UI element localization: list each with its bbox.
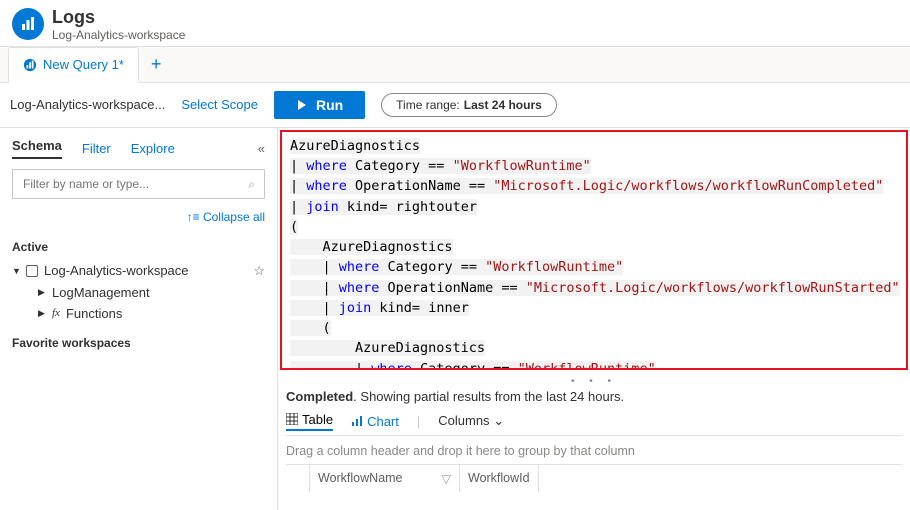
favorite-star-icon[interactable]: ☆ xyxy=(253,263,265,279)
tab-schema[interactable]: Schema xyxy=(12,138,62,159)
log-management-label: LogManagement xyxy=(52,285,150,300)
functions-label: Functions xyxy=(66,306,122,321)
results-grid-header: WorkflowName ▽ WorkflowId xyxy=(286,464,902,492)
page-subtitle: Log-Analytics-workspace xyxy=(52,28,185,42)
columns-dropdown[interactable]: Columns ⌄ xyxy=(438,413,504,429)
query-icon xyxy=(23,58,37,72)
column-header-workflowname[interactable]: WorkflowName ▽ xyxy=(310,465,460,492)
status-message: Completed. Showing partial results from … xyxy=(286,387,902,412)
collapse-all-link[interactable]: ↑≡ Collapse all xyxy=(187,210,265,224)
time-range-picker[interactable]: Time range: Last 24 hours xyxy=(381,93,557,117)
row-expander-header xyxy=(286,465,310,492)
active-section-label: Active xyxy=(12,240,265,254)
chart-icon xyxy=(351,415,363,427)
workspace-icon xyxy=(26,265,38,277)
workspace-node[interactable]: ▼ Log-Analytics-workspace ☆ xyxy=(12,260,265,282)
tab-explore[interactable]: Explore xyxy=(131,141,175,156)
tree-functions[interactable]: ▶ fx Functions xyxy=(12,303,265,324)
tree-log-management[interactable]: ▶ LogManagement xyxy=(12,282,265,303)
play-icon xyxy=(296,99,308,111)
tab-filter[interactable]: Filter xyxy=(82,141,111,156)
page-title: Logs xyxy=(52,8,185,28)
run-label: Run xyxy=(316,97,343,113)
group-by-hint[interactable]: Drag a column header and drop it here to… xyxy=(286,436,902,464)
filter-icon[interactable]: ▽ xyxy=(441,471,451,486)
table-icon xyxy=(286,413,298,425)
query-editor[interactable]: AzureDiagnostics | where Category == "Wo… xyxy=(280,130,908,370)
query-tab-label: New Query 1* xyxy=(43,57,124,72)
column-header-workflowid[interactable]: WorkflowId xyxy=(460,465,539,492)
select-scope-link[interactable]: Select Scope xyxy=(181,97,258,112)
new-tab-button[interactable]: + xyxy=(139,54,174,75)
query-tab-active[interactable]: New Query 1* xyxy=(8,47,139,83)
results-tab-table[interactable]: Table xyxy=(286,412,333,431)
chevron-down-icon: ⌄ xyxy=(493,413,504,428)
scope-breadcrumb[interactable]: Log-Analytics-workspace... xyxy=(10,97,165,112)
search-icon: ⌕ xyxy=(248,177,255,192)
time-range-value: Last 24 hours xyxy=(464,98,542,112)
fx-icon: fx xyxy=(52,307,60,319)
collapse-sidebar-icon[interactable]: « xyxy=(258,141,265,156)
resize-handle[interactable]: • • • xyxy=(286,376,902,387)
schema-filter-input[interactable] xyxy=(12,169,265,199)
favorites-section-label: Favorite workspaces xyxy=(12,336,265,350)
time-range-label: Time range: xyxy=(396,98,460,112)
logs-app-icon xyxy=(12,8,44,40)
run-button[interactable]: Run xyxy=(274,91,365,119)
results-tab-chart[interactable]: Chart xyxy=(351,414,399,429)
workspace-label: Log-Analytics-workspace xyxy=(44,263,189,278)
